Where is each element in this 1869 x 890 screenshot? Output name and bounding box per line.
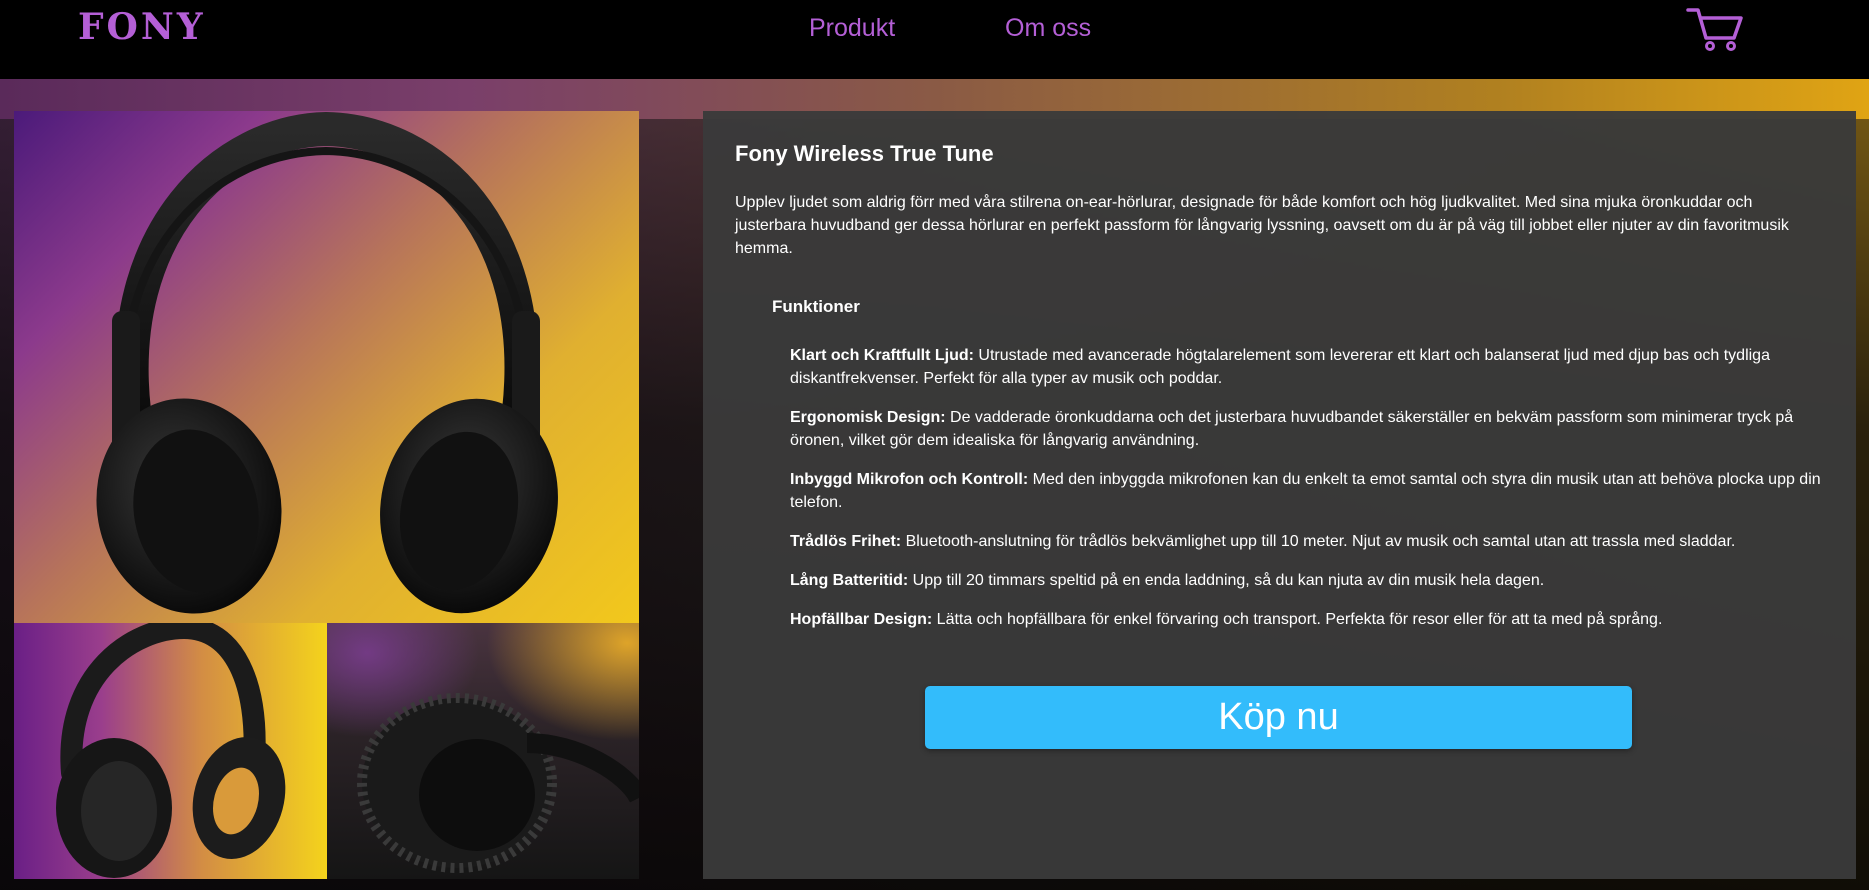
product-thumbnail-1[interactable] [14,623,327,879]
feature-text: Bluetooth-anslutning för trådlös bekväml… [901,533,1736,550]
product-description: Upplev ljudet som aldrig förr med våra s… [735,194,1789,257]
feature-text: Lätta och hopfällbara för enkel förvarin… [932,611,1663,628]
feature-name: Inbyggd Mikrofon och Kontroll: [790,471,1029,488]
top-navbar: FONY Produkt Om oss [0,0,1869,79]
feature-item: Lång Batteritid: Upp till 20 timmars spe… [790,569,1835,592]
feature-item: Inbyggd Mikrofon och Kontroll: Med den i… [790,468,1835,514]
product-main-image[interactable] [14,111,639,623]
feature-name: Klart och Kraftfullt Ljud: [790,347,974,364]
feature-name: Ergonomisk Design: [790,409,946,426]
feature-item: Trådlös Frihet: Bluetooth-anslutning för… [790,530,1835,553]
feature-name: Hopfällbar Design: [790,611,933,628]
feature-text: Upp till 20 timmars speltid på en enda l… [908,572,1545,589]
feature-name: Lång Batteritid: [790,572,909,589]
feature-item: Hopfällbar Design: Lätta och hopfällbara… [790,608,1835,631]
feature-item: Klart och Kraftfullt Ljud: Utrustade med… [790,344,1835,390]
nav-link-om-oss[interactable]: Om oss [1005,14,1091,43]
shopping-cart-icon[interactable] [1686,4,1746,52]
buy-now-button[interactable]: Köp nu [925,686,1632,749]
nav-link-produkt[interactable]: Produkt [809,14,895,43]
features-heading: Funktioner [772,297,860,316]
product-thumbnail-2[interactable] [327,623,639,879]
feature-name: Trådlös Frihet: [790,533,902,550]
feature-item: Ergonomisk Design: De vadderade öronkudd… [790,406,1835,452]
brand-logo[interactable]: FONY [78,6,206,48]
product-details-panel: Fony Wireless True Tune Upplev ljudet so… [703,111,1856,879]
features-list: Klart och Kraftfullt Ljud: Utrustade med… [790,344,1835,647]
product-title: Fony Wireless True Tune [735,141,994,166]
